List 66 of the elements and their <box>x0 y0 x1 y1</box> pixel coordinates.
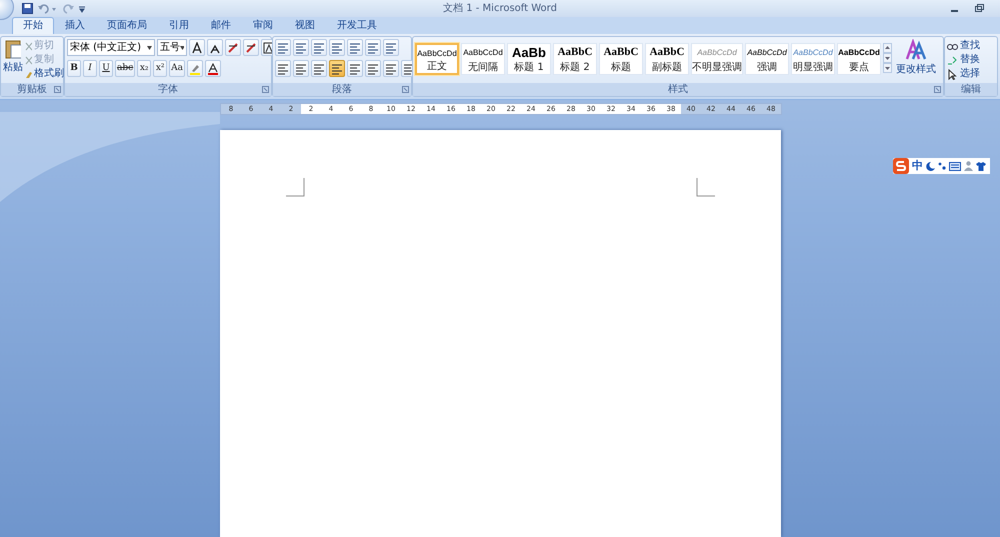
punctuation-icon[interactable] <box>938 162 946 170</box>
input-method-logo-icon[interactable] <box>893 158 909 174</box>
editing-action[interactable]: 替换 <box>947 53 980 67</box>
format-button[interactable]: x₂ <box>137 60 152 77</box>
style-gallery-item[interactable]: AaBbC 标题 <box>599 43 643 75</box>
format-button[interactable]: B <box>67 60 81 77</box>
window-title: 文档 1 - Microsoft Word <box>442 2 558 16</box>
format-button[interactable]: U <box>99 60 113 77</box>
font-name-field[interactable]: 宋体 (中文正文) <box>67 39 155 56</box>
styles-letters-icon[interactable] <box>905 39 927 61</box>
margin-corner-mark <box>286 178 306 198</box>
group-label: 段落 <box>332 84 352 95</box>
paste-button[interactable]: 粘贴 <box>3 39 23 81</box>
dialog-launcher-icon[interactable] <box>54 86 61 93</box>
gallery-scroll-down-icon[interactable] <box>883 53 892 63</box>
style-gallery-item[interactable]: AaBbCcDd 明显强调 <box>791 43 835 75</box>
format-button[interactable]: Aa <box>169 60 186 77</box>
cursor-icon[interactable] <box>947 68 958 80</box>
ribbon-tab[interactable]: 邮件 <box>200 17 242 34</box>
dialog-launcher-icon[interactable] <box>934 86 941 93</box>
style-gallery-item[interactable]: AaBbCcDd 要点 <box>837 43 881 75</box>
format-button[interactable]: abc <box>115 60 136 77</box>
gallery-scroll-more-icon[interactable] <box>883 63 892 73</box>
gallery-scroll-up-icon[interactable] <box>883 43 892 53</box>
dialog-launcher-icon[interactable] <box>262 86 269 93</box>
dropdown-caret-icon[interactable] <box>147 46 152 50</box>
save-icon[interactable] <box>22 3 33 14</box>
moon-icon[interactable] <box>926 161 935 171</box>
style-gallery-item[interactable]: AaBbC 标题 2 <box>553 43 597 75</box>
change-styles-button[interactable]: 更改样式 <box>894 39 938 77</box>
style-gallery-item[interactable]: AaBb 标题 1 <box>507 43 551 75</box>
group-label: 字体 <box>158 84 178 95</box>
highlighter-icon[interactable] <box>189 62 202 74</box>
restore-icon[interactable] <box>975 4 984 13</box>
ribbon-tab[interactable]: 页面布局 <box>96 17 158 34</box>
format-button[interactable]: I <box>83 60 97 77</box>
format-button[interactable]: x² <box>153 60 168 77</box>
ribbon-tab[interactable]: 引用 <box>158 17 200 34</box>
ribbon-tab[interactable]: 开发工具 <box>326 17 388 34</box>
grow-font-icon[interactable] <box>191 42 203 54</box>
customize-caret-icon[interactable] <box>79 4 85 12</box>
ribbon-tab[interactable]: 插入 <box>54 17 96 34</box>
input-mode-label[interactable]: 中 <box>912 158 923 174</box>
style-gallery-item[interactable]: AaBbCcDd 不明显强调 <box>691 43 743 75</box>
group-label: 样式 <box>668 84 688 95</box>
ribbon-tab[interactable]: 视图 <box>284 17 326 34</box>
shirt-icon[interactable] <box>976 162 986 170</box>
group-label: 编辑 <box>961 84 981 95</box>
clipboard-icon[interactable] <box>5 39 21 59</box>
clipboard-action[interactable]: 格式刷 <box>25 67 64 81</box>
group-label: 剪贴板 <box>17 84 47 95</box>
font-color-icon[interactable] <box>207 62 220 74</box>
keyboard-icon[interactable] <box>949 162 961 170</box>
ribbon-tab[interactable]: 审阅 <box>242 17 284 34</box>
dropdown-caret-icon[interactable] <box>180 46 184 50</box>
style-gallery-item[interactable]: AaBbCcDd 正文 <box>415 43 459 75</box>
style-gallery-item[interactable]: AaBbCcDd 无间隔 <box>461 43 505 75</box>
margin-corner-mark <box>696 178 716 198</box>
editing-action[interactable]: 选择 <box>947 67 980 81</box>
align-left-icon[interactable] <box>277 62 289 74</box>
ribbon-tab[interactable]: 开始 <box>12 17 54 34</box>
style-gallery-item[interactable]: AaBbCcDd 强调 <box>745 43 789 75</box>
editing-action[interactable]: 查找 <box>947 39 980 53</box>
style-gallery-item[interactable]: AaBbC 副标题 <box>645 43 689 75</box>
font-size-field[interactable]: 五号 <box>157 39 187 56</box>
dialog-launcher-icon[interactable] <box>402 86 409 93</box>
